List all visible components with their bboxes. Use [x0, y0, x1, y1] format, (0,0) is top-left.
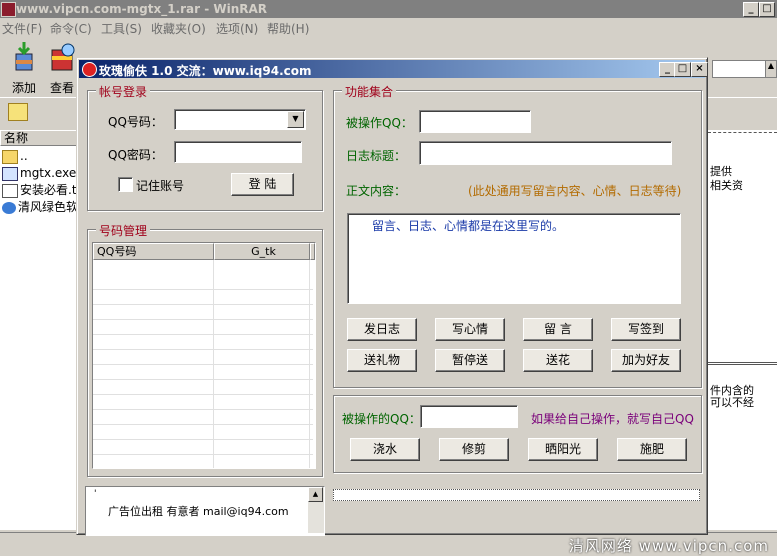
watermark: 清风网络 www.vipcn.com: [568, 537, 769, 555]
water-button[interactable]: 浇水: [350, 438, 420, 461]
write-mood-button[interactable]: 写心情: [435, 318, 505, 341]
body-content-label: 正文内容：: [346, 184, 407, 198]
table-row[interactable]: [93, 379, 313, 395]
minimize-button[interactable]: _: [743, 2, 759, 17]
separator: [708, 362, 777, 371]
rose-app-icon: [82, 62, 97, 77]
folder-icon: [2, 149, 18, 164]
menu-command[interactable]: 命令(C): [50, 20, 92, 37]
dialog-titlebar: 玫瑰偷伕 1.0 交流：www.iq94.com _ □ ×: [79, 60, 708, 78]
comment-panel: 提供 相关资 件内含的 可以不经: [708, 130, 777, 530]
ad-bullet: ': [94, 489, 97, 499]
remember-checkbox[interactable]: [118, 177, 133, 192]
add-friend-button[interactable]: 加为好友: [611, 349, 681, 372]
name-column-header[interactable]: 名称: [0, 130, 83, 146]
login-group: 帐号登录 QQ号码： ▼ QQ密码： 记住账号 登 陆: [87, 83, 323, 211]
remember-label: 记住账号: [136, 179, 185, 193]
table-row[interactable]: [93, 304, 313, 320]
function-group: 功能集合 被操作QQ： 日志标题： 正文内容： (此处通用写留言内容、心情、日志…: [333, 83, 702, 388]
folder-up-icon[interactable]: [8, 103, 28, 121]
maximize-button[interactable]: □: [759, 2, 775, 17]
qq-password-label: QQ密码：: [108, 148, 163, 162]
col-filler-header: [310, 243, 315, 260]
list-item[interactable]: 清风绿色软: [2, 199, 82, 215]
comment-text: 相关资: [710, 179, 743, 192]
number-manage-group: 号码管理 QQ号码 G_tk: [87, 222, 323, 477]
menu-favorites[interactable]: 收藏夹(O): [151, 20, 206, 37]
target-qq-field[interactable]: [419, 110, 531, 133]
list-item[interactable]: 安装必看.t: [2, 182, 82, 198]
ad-text: 广告位出租 有意者 mail@iq94.com: [108, 505, 289, 518]
ad-box: ' 广告位出租 有意者 mail@iq94.com ▲: [85, 486, 325, 536]
ie-icon: [2, 201, 16, 214]
garden-target-field[interactable]: [420, 405, 518, 428]
function-group-label: 功能集合: [342, 83, 397, 100]
col-gtk-header[interactable]: G_tk: [214, 243, 310, 260]
menu-options[interactable]: 选项(N): [216, 20, 258, 37]
scroll-up-arrow[interactable]: ▲: [308, 487, 323, 502]
table-row[interactable]: [93, 424, 313, 440]
diary-title-field[interactable]: [419, 141, 672, 165]
login-button[interactable]: 登 陆: [231, 173, 294, 196]
table-row[interactable]: [93, 319, 313, 335]
qq-number-combo[interactable]: ▼: [174, 109, 306, 130]
table-row[interactable]: [93, 409, 313, 425]
target-qq-label: 被操作QQ：: [346, 116, 413, 130]
text-file-icon: [2, 183, 18, 198]
pause-send-button[interactable]: 暂停送: [435, 349, 505, 372]
prune-button[interactable]: 修剪: [439, 438, 509, 461]
send-flower-button[interactable]: 送花: [523, 349, 593, 372]
comment-text: 可以不经: [710, 396, 754, 409]
table-row[interactable]: [93, 289, 313, 305]
body-content-hint: (此处通用写留言内容、心情、日志等待): [468, 184, 682, 198]
qq-number-label: QQ号码：: [108, 115, 163, 129]
address-dropdown-arrow[interactable]: ▲: [765, 60, 777, 78]
table-row[interactable]: [93, 274, 313, 290]
send-gift-button[interactable]: 送礼物: [347, 349, 417, 372]
separator: [708, 132, 777, 141]
progress-bar: [333, 489, 700, 501]
add-archive-icon: [15, 42, 33, 71]
garden-group: 被操作的QQ： 如果给自己操作，就写自己QQ 浇水 修剪 晒阳光 施肥: [333, 395, 702, 473]
winrar-icon: [1, 2, 16, 17]
view-archive-icon: [51, 43, 75, 71]
exe-icon: [2, 166, 18, 181]
ad-scrollbar[interactable]: ▲: [308, 487, 324, 533]
sunlight-button[interactable]: 晒阳光: [528, 438, 598, 461]
table-row[interactable]: [93, 394, 313, 410]
dialog-close-button[interactable]: ×: [691, 62, 708, 77]
garden-hint: 如果给自己操作，就写自己QQ: [531, 412, 694, 426]
dialog-title: 玫瑰偷伕 1.0 交流：www.iq94.com: [99, 64, 312, 78]
winrar-titlebar: www.vipcn.com-mgtx_1.rar - WinRAR _ □: [0, 0, 777, 18]
garden-target-label: 被操作的QQ：: [342, 412, 421, 426]
add-label: 添加: [11, 81, 36, 95]
add-button[interactable]: 添加: [4, 42, 44, 95]
table-row[interactable]: [93, 439, 313, 455]
qq-password-field[interactable]: [174, 141, 302, 163]
winrar-title: www.vipcn.com-mgtx_1.rar - WinRAR: [16, 2, 268, 16]
login-group-label: 帐号登录: [96, 83, 151, 100]
file-list: 名称 .. mgtx.exe 安装必看.t 清风绿色软: [0, 130, 83, 530]
sign-in-button[interactable]: 写签到: [611, 318, 681, 341]
winrar-menubar: 文件(F) 命令(C) 工具(S) 收藏夹(O) 选项(N) 帮助(H): [0, 18, 777, 37]
fertilize-button[interactable]: 施肥: [617, 438, 687, 461]
table-row[interactable]: [93, 364, 313, 380]
table-row[interactable]: [93, 334, 313, 350]
dialog-maximize-button[interactable]: □: [674, 62, 691, 77]
post-diary-button[interactable]: 发日志: [347, 318, 417, 341]
col-qq-number-header[interactable]: QQ号码: [93, 243, 214, 260]
qq-list-view[interactable]: QQ号码 G_tk: [92, 242, 316, 469]
list-item[interactable]: ..: [2, 148, 82, 164]
main-dialog: 玫瑰偷伕 1.0 交流：www.iq94.com _ □ × 帐号登录 QQ号码…: [76, 57, 708, 536]
chevron-down-icon[interactable]: ▼: [287, 111, 304, 128]
diary-title-label: 日志标题：: [346, 149, 407, 163]
menu-help[interactable]: 帮助(H): [267, 20, 309, 37]
number-manage-label: 号码管理: [96, 222, 151, 239]
menu-file[interactable]: 文件(F): [2, 20, 42, 37]
body-content-textarea[interactable]: 留言、日志、心情都是在这里写的。: [347, 213, 681, 304]
list-item[interactable]: mgtx.exe: [2, 165, 82, 181]
leave-message-button[interactable]: 留 言: [523, 318, 593, 341]
table-row[interactable]: [93, 349, 313, 365]
menu-tools[interactable]: 工具(S): [101, 20, 142, 37]
